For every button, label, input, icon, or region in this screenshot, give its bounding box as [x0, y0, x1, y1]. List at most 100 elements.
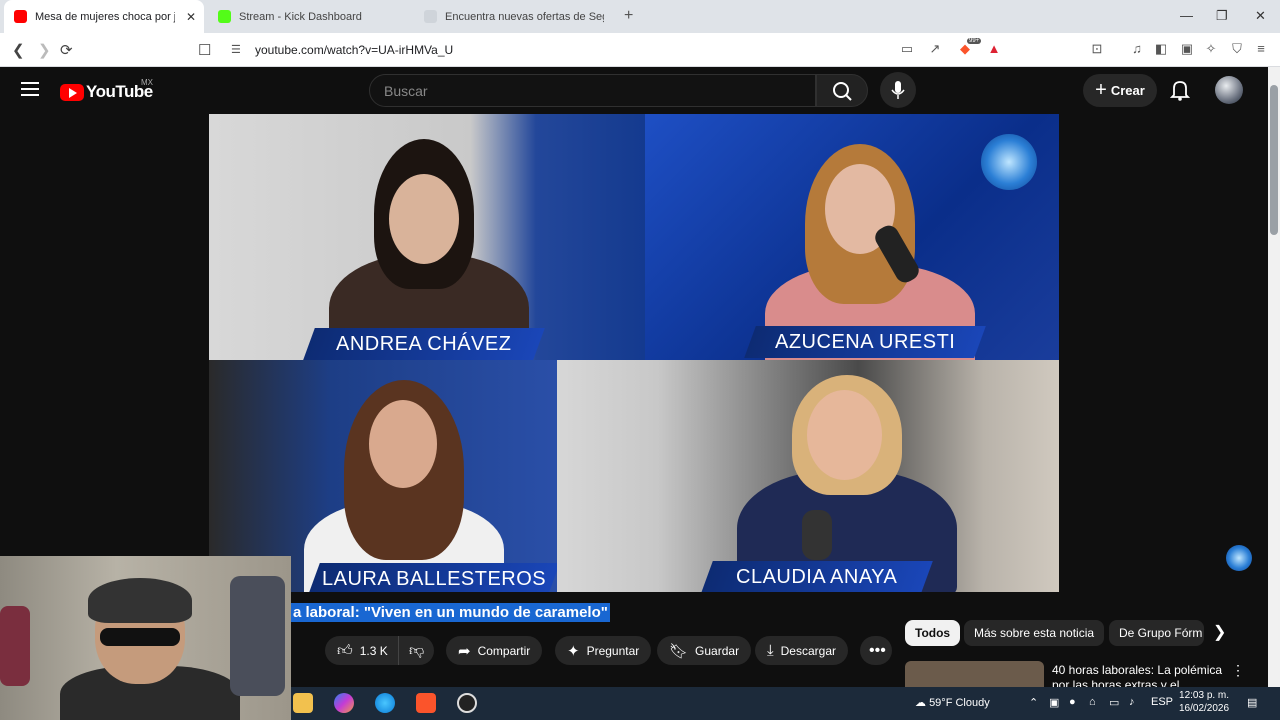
- obs-icon[interactable]: [457, 693, 477, 713]
- speaker-head: [389, 174, 459, 264]
- background-object: [0, 606, 30, 686]
- video-player[interactable]: ANDREA CHÁVEZ AZUCENA URESTI LAURA BALLE…: [209, 114, 1059, 592]
- kick-favicon-icon: [218, 10, 231, 23]
- file-explorer-icon[interactable]: [293, 693, 313, 713]
- speaker-name: CLAUDIA ANAYA: [736, 566, 898, 588]
- microphone: [802, 510, 832, 560]
- rewards-icon[interactable]: ▲: [987, 42, 1001, 56]
- speaker-head: [369, 400, 437, 488]
- browser-menu-icon[interactable]: ≡: [1254, 42, 1268, 56]
- brave-shield-icon[interactable]: ◆: [958, 42, 972, 56]
- tab-youtube[interactable]: Mesa de mujeres choca por jorn ✕: [4, 0, 204, 33]
- brave-icon[interactable]: [416, 693, 436, 713]
- maximize-icon[interactable]: ❐: [1216, 8, 1228, 24]
- tray-app-icon[interactable]: ▣: [1049, 696, 1059, 709]
- recommendation-title-wrap[interactable]: 40 horas laborales: La polémica por las …: [1052, 661, 1227, 687]
- extension-badge: 99+: [967, 38, 982, 44]
- tray-mic-icon[interactable]: ●: [1069, 696, 1076, 708]
- copilot-icon[interactable]: [334, 693, 354, 713]
- tab-kick[interactable]: Stream - Kick Dashboard: [208, 0, 408, 33]
- dislike-button[interactable]: 👎︎: [398, 636, 434, 665]
- download-button[interactable]: ⤓ Descargar: [755, 636, 848, 665]
- chevron-right-icon[interactable]: ❯: [1213, 622, 1226, 642]
- save-button[interactable]: 🔖︎ Guardar: [657, 636, 752, 665]
- webcam-overlay: [0, 556, 291, 720]
- weather-text: 59°F Cloudy: [929, 697, 990, 709]
- media-icon[interactable]: ♫: [1130, 42, 1144, 56]
- recommendation-title: 40 horas laborales: La polémica por las …: [1052, 663, 1223, 687]
- account-avatar[interactable]: [1215, 76, 1243, 104]
- search-placeholder: Buscar: [384, 82, 428, 99]
- search-button[interactable]: [816, 74, 868, 107]
- notifications-icon[interactable]: ▤: [1247, 696, 1257, 709]
- voice-search-button[interactable]: [880, 72, 916, 108]
- info-favicon-icon: [424, 10, 437, 23]
- browser-tab-bar: Mesa de mujeres choca por jorn ✕ Stream …: [0, 0, 1280, 33]
- clock-date: 16/02/2026: [1179, 703, 1230, 714]
- thumbs-down-icon: 👎︎: [409, 641, 425, 659]
- search-input[interactable]: Buscar: [369, 74, 816, 107]
- scrollbar-thumb[interactable]: [1270, 85, 1278, 235]
- share-label: Compartir: [477, 643, 531, 658]
- guide-menu-icon[interactable]: [21, 82, 39, 96]
- edge-icon[interactable]: [375, 693, 395, 713]
- country-code: MX: [141, 78, 153, 87]
- battery-icon[interactable]: ▭: [1109, 696, 1119, 709]
- kebab-menu-icon[interactable]: ⋮: [1231, 662, 1245, 679]
- sparkle-icon: ✦: [567, 642, 580, 660]
- reload-icon[interactable]: ⟳: [60, 41, 73, 59]
- volume-icon[interactable]: ♪: [1129, 696, 1135, 708]
- more-actions-button[interactable]: •••: [860, 636, 892, 665]
- share-button[interactable]: ➦ Compartir: [446, 636, 543, 665]
- tab-search-icon[interactable]: ⊡: [1090, 42, 1104, 56]
- youtube-logo[interactable]: YouTube: [60, 82, 153, 102]
- video-title: a laboral: "Viven en un mundo de caramel…: [291, 603, 610, 622]
- network-icon[interactable]: ⌂: [1089, 696, 1096, 708]
- ask-label: Preguntar: [586, 643, 640, 658]
- page-scrollbar[interactable]: [1268, 67, 1280, 687]
- close-window-icon[interactable]: ✕: [1255, 8, 1266, 24]
- new-tab-icon[interactable]: +: [624, 7, 633, 25]
- plus-icon: +: [1095, 79, 1107, 101]
- more-icon: •••: [869, 641, 886, 659]
- chip-all[interactable]: Todos: [905, 620, 961, 646]
- channel-watermark-icon: [981, 134, 1037, 190]
- tab-title: Mesa de mujeres choca por jorn: [35, 10, 175, 23]
- back-icon[interactable]: ❮: [12, 41, 25, 59]
- bookmark-icon[interactable]: ☐: [198, 41, 211, 59]
- bookmark-icon: 🔖︎: [669, 642, 689, 660]
- url-field[interactable]: ☰ youtube.com/watch?v=UA-irHMVa_U: [222, 38, 1012, 62]
- sidebar-icon[interactable]: ◧: [1154, 42, 1168, 56]
- site-info-icon[interactable]: ☰: [231, 43, 241, 56]
- tray-overflow-icon[interactable]: ⌃: [1029, 696, 1038, 709]
- vpn-icon[interactable]: ⛉: [1230, 42, 1244, 56]
- nameplate: LAURA BALLESTEROS: [308, 563, 557, 592]
- chip-channel[interactable]: De Grupo Fórm: [1109, 620, 1204, 646]
- language-indicator[interactable]: ESP: [1151, 696, 1173, 708]
- cast-icon[interactable]: ▭: [900, 42, 914, 56]
- minimize-icon[interactable]: —: [1180, 8, 1193, 23]
- wallet-icon[interactable]: ▣: [1180, 42, 1194, 56]
- cloud-icon: ☁: [915, 697, 930, 709]
- chip-more-news[interactable]: Más sobre esta noticia: [964, 620, 1105, 646]
- youtube-header: YouTube MX Buscar + Crear: [0, 67, 1268, 114]
- forward-icon[interactable]: ❯: [38, 41, 51, 59]
- leo-ai-icon[interactable]: ✧: [1204, 42, 1218, 56]
- system-clock[interactable]: 12:03 p. m. 16/02/2026: [1179, 689, 1229, 715]
- notifications-bell-icon[interactable]: [1170, 79, 1190, 101]
- tab-seguridad[interactable]: Encuentra nuevas ofertas de Segurid: [414, 0, 614, 33]
- create-button[interactable]: + Crear: [1083, 74, 1157, 107]
- ask-button[interactable]: ✦ Preguntar: [555, 636, 652, 665]
- close-tab-icon[interactable]: ✕: [186, 10, 196, 24]
- thumbs-up-icon: 👍︎: [337, 641, 353, 659]
- channel-branding-icon[interactable]: [1226, 545, 1252, 571]
- speaker-name: ANDREA CHÁVEZ: [336, 333, 512, 355]
- tab-title: Stream - Kick Dashboard: [239, 10, 362, 23]
- recommendation-thumbnail[interactable]: [905, 661, 1044, 687]
- address-bar: ❮ ❯ ⟳ ☐ ☰ youtube.com/watch?v=UA-irHMVa_…: [0, 33, 1280, 67]
- weather-widget[interactable]: ☁ 59°F Cloudy: [915, 696, 990, 709]
- create-label: Crear: [1110, 83, 1145, 98]
- chip-label: Todos: [915, 626, 951, 640]
- share-icon[interactable]: ↗: [928, 42, 942, 56]
- like-button[interactable]: 👍︎ 1.3 K: [325, 636, 398, 665]
